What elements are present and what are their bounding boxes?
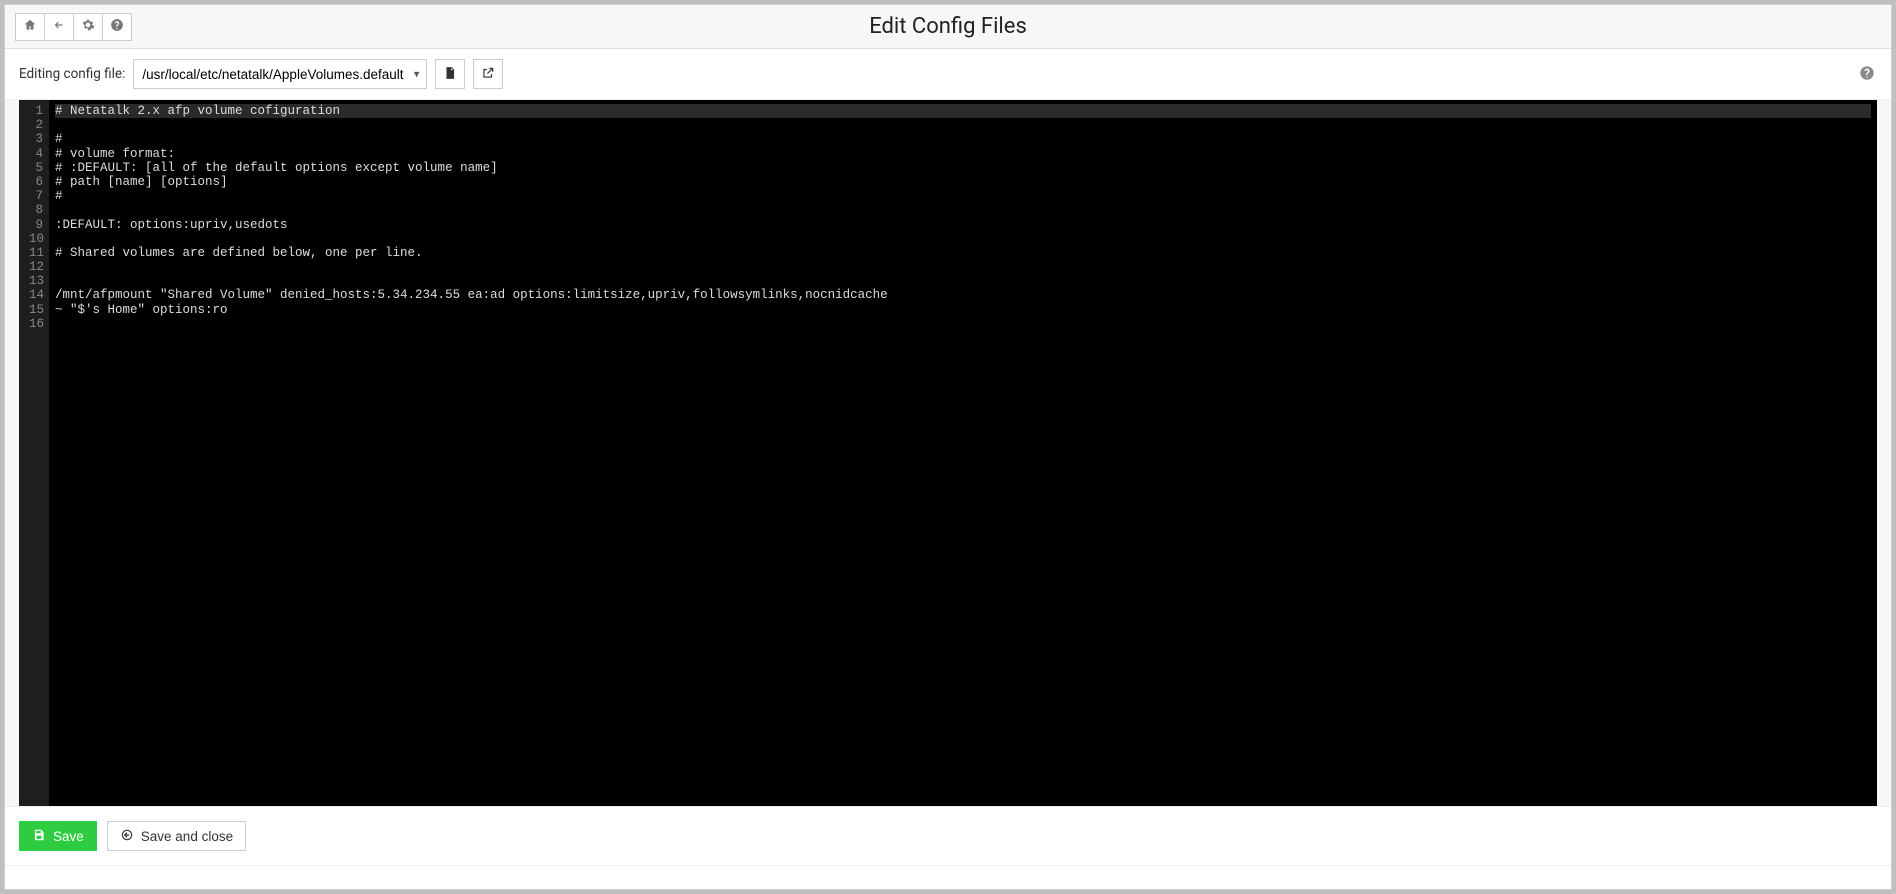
code-line[interactable]: # volume format: [55,147,1871,161]
code-line[interactable] [55,118,1871,132]
code-line[interactable]: /mnt/afpmount "Shared Volume" denied_hos… [55,288,1871,302]
line-number: 4 [29,147,43,161]
code-line[interactable] [55,260,1871,274]
gear-icon [81,18,95,35]
code-content[interactable]: # Netatalk 2.x afp volume cofiguration #… [49,100,1877,806]
save-icon [32,828,46,845]
header-bar: Edit Config Files [5,5,1891,49]
editing-file-label: Editing config file: [19,66,125,82]
line-number: 3 [29,132,43,146]
code-line[interactable] [55,274,1871,288]
line-number: 2 [29,118,43,132]
home-icon [23,18,37,35]
external-link-icon [481,66,495,83]
code-line[interactable]: # path [name] [options] [55,175,1871,189]
line-number-gutter: 12345678910111213141516 [19,100,49,806]
toolbar-help-button[interactable] [1857,64,1877,84]
back-arrow-icon [52,18,66,35]
line-number: 6 [29,175,43,189]
line-number: 11 [29,246,43,260]
code-line[interactable]: # [55,132,1871,146]
code-line[interactable]: :DEFAULT: options:upriv,usedots [55,218,1871,232]
help-button[interactable] [102,13,132,41]
save-button-label: Save [53,829,84,844]
line-number: 14 [29,288,43,302]
line-number: 12 [29,260,43,274]
page-title: Edit Config Files [5,14,1891,39]
code-line[interactable]: ~ "$'s Home" options:ro [55,303,1871,317]
circle-arrow-icon [120,828,134,845]
line-number: 13 [29,274,43,288]
code-editor[interactable]: 12345678910111213141516 # Netatalk 2.x a… [19,100,1877,806]
question-icon [110,18,124,35]
config-file-select-wrap: /usr/local/etc/netatalk/AppleVolumes.def… [133,59,427,89]
line-number: 10 [29,232,43,246]
home-button[interactable] [15,13,45,41]
code-line[interactable]: # Shared volumes are defined below, one … [55,246,1871,260]
open-external-button[interactable] [473,59,503,89]
toolbar: Editing config file: /usr/local/etc/neta… [5,49,1891,100]
line-number: 7 [29,189,43,203]
back-button[interactable] [44,13,74,41]
settings-button[interactable] [73,13,103,41]
code-line[interactable] [55,232,1871,246]
footer-actions: Save Save and close [5,806,1891,865]
question-circle-icon [1859,65,1875,84]
save-and-close-button[interactable]: Save and close [107,821,246,851]
bottom-spacer [5,865,1891,889]
save-and-close-label: Save and close [141,829,233,844]
code-line[interactable]: # [55,189,1871,203]
code-line[interactable]: # :DEFAULT: [all of the default options … [55,161,1871,175]
line-number: 9 [29,218,43,232]
line-number: 16 [29,317,43,331]
config-file-select[interactable]: /usr/local/etc/netatalk/AppleVolumes.def… [133,59,427,89]
code-line[interactable] [55,317,1871,331]
search-file-icon [443,66,457,83]
line-number: 5 [29,161,43,175]
code-line[interactable] [55,203,1871,217]
save-button[interactable]: Save [19,821,97,851]
line-number: 1 [29,104,43,118]
line-number: 15 [29,303,43,317]
find-in-file-button[interactable] [435,59,465,89]
code-line[interactable]: # Netatalk 2.x afp volume cofiguration [55,104,1871,118]
line-number: 8 [29,203,43,217]
